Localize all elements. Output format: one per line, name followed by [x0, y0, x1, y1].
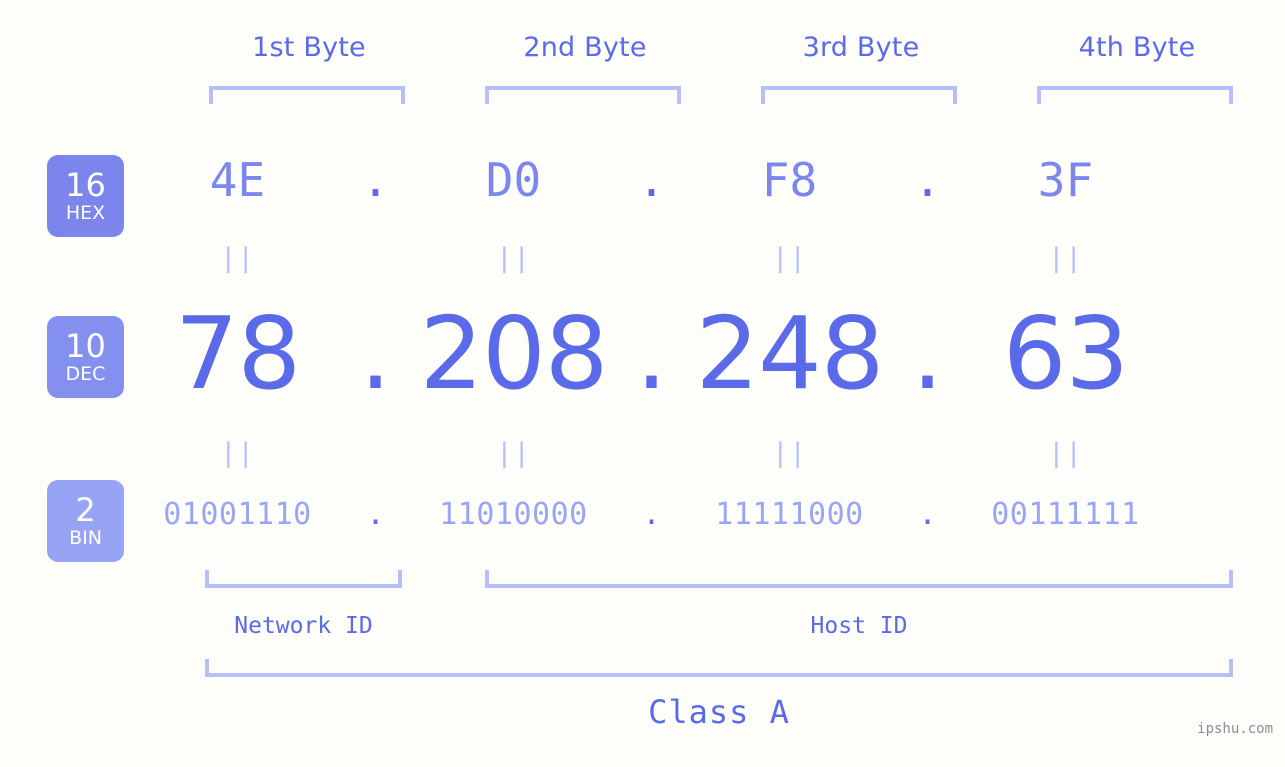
bin-byte-1: 01001110 — [163, 497, 312, 532]
dec-byte-4: 63 — [1002, 295, 1129, 412]
equals-row-hex-dec: || || || || — [140, 245, 1270, 272]
dec-byte-1: 78 — [174, 295, 301, 412]
equals-gap — [335, 440, 416, 467]
equals-marker-2-2: || — [496, 438, 531, 469]
bin-value-row: 01001110 . 11010000 . 11111000 . 0011111… — [140, 492, 1270, 538]
byte-header-3: 3rd Byte — [802, 32, 920, 63]
byte-header-4: 4th Byte — [1078, 32, 1196, 63]
equals-marker-1-3: || — [772, 243, 807, 274]
network-id-bracket — [205, 570, 402, 588]
equals-row-dec-bin: || || || || — [140, 440, 1270, 467]
hex-value-row: 4E . D0 . F8 . 3F — [140, 152, 1270, 208]
base-badge-hex-name: HEX — [65, 201, 106, 224]
byte-bracket-3 — [761, 86, 957, 104]
dec-separator-2: . — [635, 295, 668, 412]
base-badge-hex: 16 HEX — [47, 155, 124, 237]
bin-separator-1: . — [366, 497, 385, 532]
equals-marker-1-4: || — [1048, 243, 1083, 274]
byte-bracket-2 — [485, 86, 681, 104]
hex-separator-3: . — [913, 153, 942, 207]
dec-separator-1: . — [359, 295, 392, 412]
dec-byte-2: 208 — [419, 295, 609, 412]
hex-separator-2: . — [637, 153, 666, 207]
equals-marker-2-3: || — [772, 438, 807, 469]
equals-marker-1-2: || — [496, 243, 531, 274]
hex-separator-1: . — [361, 153, 390, 207]
equals-marker-2-1: || — [220, 438, 255, 469]
equals-gap — [887, 440, 968, 467]
equals-gap — [611, 245, 692, 272]
bin-separator-2: . — [642, 497, 661, 532]
hex-byte-2: D0 — [485, 153, 542, 207]
base-badge-dec-number: 10 — [65, 326, 106, 365]
equals-marker-1-1: || — [220, 243, 255, 274]
dec-byte-3: 248 — [695, 295, 885, 412]
bin-byte-3: 11111000 — [715, 497, 864, 532]
dec-value-row: 78 . 208 . 248 . 63 — [140, 296, 1270, 412]
bin-separator-3: . — [918, 497, 937, 532]
class-bracket — [205, 659, 1233, 677]
site-watermark: ipshu.com — [1197, 721, 1273, 737]
base-badge-bin-number: 2 — [75, 490, 96, 529]
equals-gap — [887, 245, 968, 272]
byte-bracket-4 — [1037, 86, 1233, 104]
dec-separator-3: . — [911, 295, 944, 412]
byte-bracket-1 — [209, 86, 405, 104]
byte-header-2: 2nd Byte — [523, 32, 647, 63]
hex-byte-1: 4E — [209, 153, 266, 207]
class-label: Class A — [648, 693, 790, 731]
equals-gap — [335, 245, 416, 272]
base-badge-dec-name: DEC — [65, 362, 106, 385]
base-badge-bin-name: BIN — [69, 526, 102, 549]
hex-byte-4: 3F — [1037, 153, 1094, 207]
host-id-bracket — [485, 570, 1233, 588]
network-id-label: Network ID — [234, 613, 373, 639]
byte-header-1: 1st Byte — [252, 32, 366, 63]
equals-gap — [611, 440, 692, 467]
base-badge-bin: 2 BIN — [47, 480, 124, 562]
host-id-label: Host ID — [810, 613, 908, 639]
ip-byte-diagram: 1st Byte 2nd Byte 3rd Byte 4th Byte 16 H… — [0, 0, 1285, 767]
bin-byte-2: 11010000 — [439, 497, 588, 532]
bin-byte-4: 00111111 — [991, 497, 1140, 532]
equals-marker-2-4: || — [1048, 438, 1083, 469]
hex-byte-3: F8 — [761, 153, 818, 207]
base-badge-dec: 10 DEC — [47, 316, 124, 398]
base-badge-hex-number: 16 — [65, 165, 106, 204]
